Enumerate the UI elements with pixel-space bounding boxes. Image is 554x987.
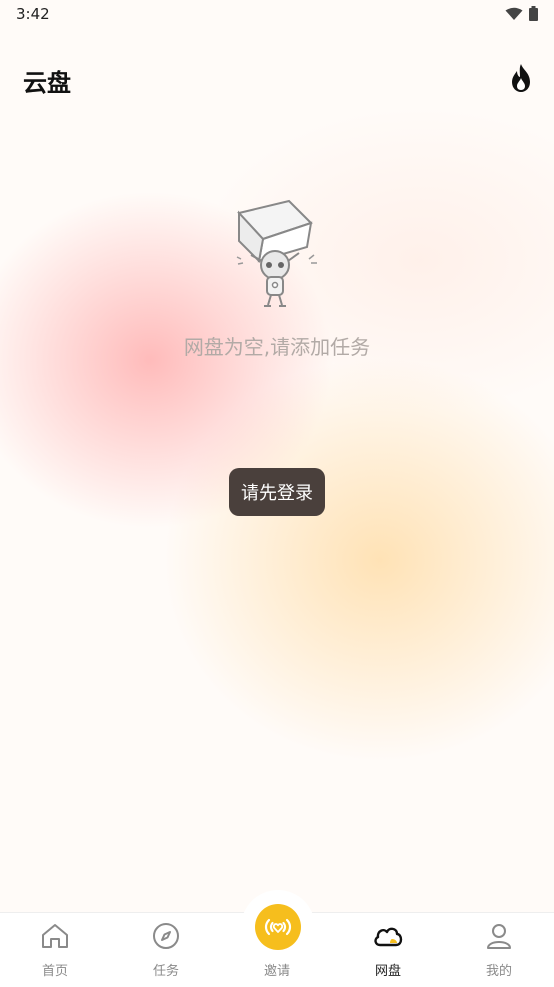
user-icon [487, 924, 511, 949]
compass-icon [153, 923, 179, 949]
tab-cloud-drive[interactable]: 网盘 [333, 912, 443, 986]
tab-home[interactable]: 首页 [0, 912, 110, 986]
tab-home-label: 首页 [41, 964, 68, 979]
fire-icon[interactable] [508, 63, 534, 93]
status-icons [505, 6, 538, 21]
home-icon [42, 924, 68, 948]
app-header: 云盘 [0, 55, 554, 105]
tab-invite-label: 邀请 [263, 964, 290, 979]
empty-message: 网盘为空,请添加任务 [183, 335, 371, 359]
empty-box-robot-illustration [236, 199, 317, 307]
status-time: 3:42 [16, 5, 50, 23]
empty-state: 网盘为空,请添加任务 [0, 195, 554, 360]
tab-profile[interactable]: 我的 [444, 912, 554, 986]
battery-icon [529, 6, 538, 21]
tab-cloud-drive-label: 网盘 [374, 964, 401, 979]
tab-tasks[interactable]: 任务 [111, 912, 221, 986]
tab-profile-label: 我的 [485, 964, 512, 979]
wifi-icon [505, 7, 523, 20]
cloud-icon [374, 927, 403, 947]
toast-message: 请先登录 [229, 468, 325, 516]
status-bar: 3:42 [0, 0, 554, 30]
tab-tasks-label: 任务 [152, 964, 179, 979]
page-title: 云盘 [23, 69, 71, 97]
broadcast-heart-icon [264, 918, 292, 936]
invite-button[interactable] [255, 904, 301, 950]
